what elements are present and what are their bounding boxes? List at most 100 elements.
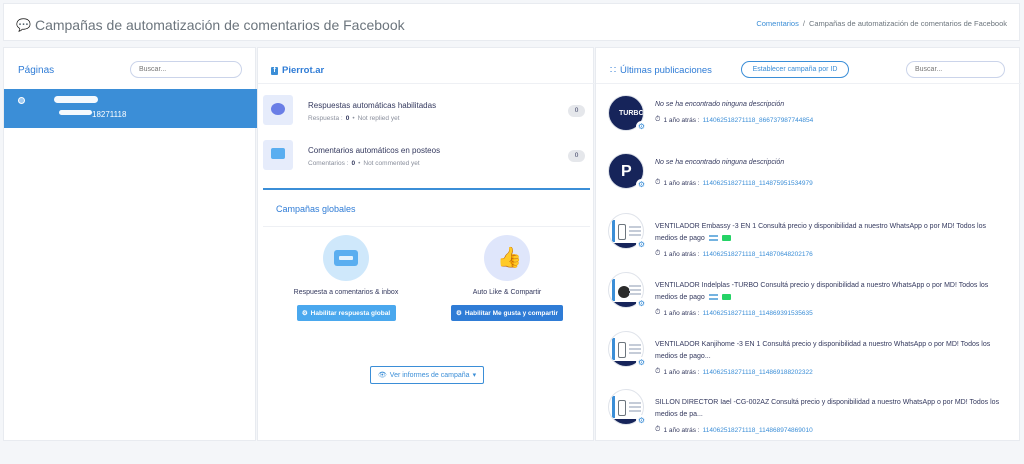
feature-title: Respuestas automáticas habilitadas xyxy=(308,101,437,110)
post-description-text: VENTILADOR Embassy -3 EN 1 Consultá prec… xyxy=(655,223,986,242)
gear-icon[interactable]: ⚙ xyxy=(636,357,647,368)
button-label: Habilitar Me gusta y compartir xyxy=(464,309,559,317)
posts-search-input[interactable] xyxy=(906,61,1005,78)
page-list-item-selected[interactable]: 18271118 xyxy=(4,89,257,128)
thumbs-up-icon: 👍 xyxy=(484,235,530,281)
pages-search-input[interactable] xyxy=(130,61,242,78)
whatsapp-icon xyxy=(721,235,731,242)
post-time: 1 año atrás : xyxy=(663,179,700,187)
clock-icon: ⏱ xyxy=(655,426,661,433)
post-description: VENTILADOR Embassy -3 EN 1 Consultá prec… xyxy=(655,221,1007,245)
post-item[interactable]: ⚙ SILLON DIRECTOR Iael -CG-002AZ Consult… xyxy=(608,389,1013,439)
post-id-link[interactable]: 114062518271118_114875951534979 xyxy=(703,180,813,187)
page-header: 💬 Campañas de automatización de comentar… xyxy=(3,3,1020,41)
gear-icon[interactable]: ⚙ xyxy=(636,239,647,250)
post-item[interactable]: TURBO ⚙ No se ha encontrado ninguna desc… xyxy=(608,95,1013,145)
post-meta: ⏱ 1 año atrás : 114062518271118_11487595… xyxy=(655,179,813,187)
post-time: 1 año atrás : xyxy=(663,368,700,376)
whatsapp-icon xyxy=(721,294,731,301)
gear-icon[interactable]: ⚙ xyxy=(636,298,647,309)
view-campaign-reports-button[interactable]: 👁 Ver informes de campaña ▾ xyxy=(370,366,484,384)
chat-bubble-icon xyxy=(263,95,293,125)
post-time: 1 año atrás : xyxy=(663,116,700,124)
stat-dot: • xyxy=(358,160,361,167)
argentina-flag-icon xyxy=(708,235,718,242)
post-item[interactable]: ⚙ VENTILADOR Embassy -3 EN 1 Consultá pr… xyxy=(608,213,1013,263)
redacted-page-id xyxy=(59,110,92,115)
global-card-like-share: 👍 Auto Like & Compartir ⚙ Habilitar Me g… xyxy=(427,235,587,321)
feature-title: Comentarios automáticos en posteos xyxy=(308,146,441,155)
page-detail-header: f Pierrot.ar xyxy=(271,65,324,76)
divider xyxy=(596,83,1021,84)
post-meta: ⏱ 1 año atrás : 114062518271118_11486918… xyxy=(655,368,813,376)
pages-panel: Páginas 18271118 xyxy=(3,47,257,441)
global-campaigns-section: Campañas globales Respuesta a comentario… xyxy=(263,188,590,333)
global-campaigns-title: Campañas globales xyxy=(276,204,356,214)
enable-global-reply-button[interactable]: ⚙ Habilitar respuesta global xyxy=(296,305,396,321)
post-time: 1 año atrás : xyxy=(663,426,700,434)
post-meta: ⏱ 1 año atrás : 114062518271118_11486897… xyxy=(655,426,813,434)
post-item[interactable]: ⚙ VENTILADOR Kanjihome -3 EN 1 Consultá … xyxy=(608,331,1013,381)
gear-icon[interactable]: ⚙ xyxy=(636,179,647,190)
page-title: 💬 Campañas de automatización de comentar… xyxy=(16,17,405,33)
enable-like-share-button[interactable]: ⚙ Habilitar Me gusta y compartir xyxy=(451,305,563,321)
stat-status: Not commented yet xyxy=(363,160,420,167)
feature-auto-comments[interactable]: Comentarios automáticos en posteos Comen… xyxy=(263,140,590,176)
stat-label: Comentarios : xyxy=(308,160,349,167)
post-description: No se ha encontrado ninguna descripción xyxy=(655,101,785,108)
breadcrumb: Comentarios / Campañas de automatización… xyxy=(756,19,1007,28)
post-meta: ⏱ 1 año atrás : 114062518271118_11486939… xyxy=(655,309,813,317)
page-title-text: Campañas de automatización de comentario… xyxy=(34,17,405,33)
post-id-link[interactable]: 114062518271118_114869391535635 xyxy=(703,310,813,317)
eye-icon: 👁 xyxy=(377,372,387,379)
post-id-link[interactable]: 114062518271118_866737987744854 xyxy=(703,117,814,124)
breadcrumb-link-comentarios[interactable]: Comentarios xyxy=(756,19,799,28)
clock-icon: ⏱ xyxy=(655,309,661,316)
count-badge: 0 xyxy=(568,150,585,162)
gear-icon[interactable]: ⚙ xyxy=(636,121,647,132)
gear-icon: ⚙ xyxy=(301,310,308,317)
stat-status: Not replied yet xyxy=(357,115,400,122)
divider xyxy=(263,226,590,227)
post-description: VENTILADOR Kanjihome -3 EN 1 Consultá pr… xyxy=(655,341,991,360)
facebook-icon: f xyxy=(271,66,278,75)
global-card-label: Respuesta a comentarios & inbox xyxy=(293,289,399,296)
stat-dot: • xyxy=(352,115,355,122)
count-badge: 0 xyxy=(568,105,585,117)
divider xyxy=(258,83,595,84)
clock-icon: ⏱ xyxy=(655,116,661,123)
pages-panel-title: Páginas xyxy=(18,65,55,76)
post-description: VENTILADOR Indelplas -TURBO Consultá pre… xyxy=(655,280,1007,304)
latest-posts-title: Últimas publicaciones xyxy=(620,65,712,76)
global-card-label: Auto Like & Compartir xyxy=(472,289,542,296)
post-time: 1 año atrás : xyxy=(663,309,700,317)
post-meta: ⏱ 1 año atrás : 114062518271118_86673798… xyxy=(655,116,813,124)
post-id-link[interactable]: 114062518271118_114870648202176 xyxy=(703,251,813,258)
post-time: 1 año atrás : xyxy=(663,250,700,258)
clock-icon: ⏱ xyxy=(655,368,661,375)
latest-posts-header: ∷ Últimas publicaciones xyxy=(610,65,712,76)
post-item[interactable]: P ⚙ No se ha encontrado ninguna descripc… xyxy=(608,153,1013,203)
post-id-link[interactable]: 114062518271118_114868974869010 xyxy=(703,427,813,434)
comment-square-icon xyxy=(263,140,293,170)
gear-icon: ⚙ xyxy=(455,310,462,317)
post-description: SILLON DIRECTOR Iael -CG-002AZ Consultá … xyxy=(655,399,1000,418)
argentina-flag-icon xyxy=(708,294,718,301)
page-avatar xyxy=(18,97,25,104)
feature-stats: Respuesta : 0 • Not replied yet xyxy=(308,115,400,122)
stat-label: Respuesta : xyxy=(308,115,343,122)
gear-icon[interactable]: ⚙ xyxy=(636,415,647,426)
breadcrumb-current: Campañas de automatización de comentario… xyxy=(808,19,1007,28)
feature-auto-replies[interactable]: Respuestas automáticas habilitadas Respu… xyxy=(263,95,590,131)
post-id-link[interactable]: 114062518271118_114869188202322 xyxy=(703,369,813,376)
set-campaign-by-id-button[interactable]: Establecer campaña por ID xyxy=(741,61,849,78)
button-label: Habilitar respuesta global xyxy=(310,309,391,317)
page-id-suffix: 18271118 xyxy=(92,110,127,119)
feature-stats: Comentarios : 0 • Not commented yet xyxy=(308,160,420,167)
post-meta: ⏱ 1 año atrás : 114062518271118_11487064… xyxy=(655,250,813,258)
button-label: Ver informes de campaña xyxy=(389,371,470,379)
post-item[interactable]: ⚙ VENTILADOR Indelplas -TURBO Consultá p… xyxy=(608,272,1013,322)
post-description-text: VENTILADOR Indelplas -TURBO Consultá pre… xyxy=(655,282,989,301)
credit-card-icon xyxy=(323,235,369,281)
clock-icon: ⏱ xyxy=(655,179,661,186)
